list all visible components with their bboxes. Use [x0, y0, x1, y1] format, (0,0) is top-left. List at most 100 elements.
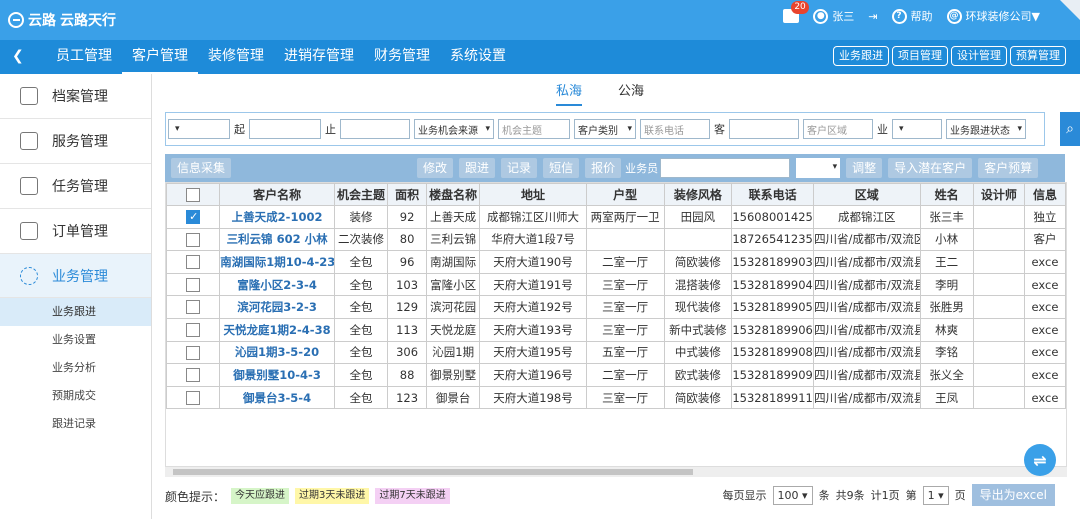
sidebar-subitem-0[interactable]: 业务跟进	[0, 298, 151, 326]
column-header[interactable]: 区域	[813, 183, 921, 206]
row-select-cell[interactable]	[166, 272, 221, 297]
float-menu-button[interactable]: ⇌	[1024, 444, 1056, 476]
row-checkbox[interactable]	[186, 277, 201, 292]
adjust-button[interactable]: 调整	[846, 158, 883, 178]
customer-name-link[interactable]: 御景台3-5-4	[219, 385, 335, 410]
nav-tab-1[interactable]: 客户管理	[122, 40, 198, 75]
toolbar-button-4[interactable]: 报价	[585, 158, 622, 178]
row-checkbox[interactable]	[186, 345, 201, 360]
customer-name-link[interactable]: 沁园1期3-5-20	[219, 340, 335, 365]
tab-private-sea[interactable]: 私海	[556, 80, 583, 106]
row-checkbox[interactable]	[186, 210, 201, 225]
table-row[interactable]: 三利云锦 602 小林 二次装修 80 三利云锦 华府大道1段7号 18726541235…	[166, 227, 1066, 252]
table-row[interactable]: 沁园1期3-5-20 全包 306 沁园1期 天府大道195号 五室一厅 中式装修 15328…	[166, 340, 1066, 365]
table-row[interactable]: 御景别墅10-4-3 全包 88 御景别墅 天府大道196号 二室一厅 欧式装修 153281…	[166, 363, 1066, 387]
customer-name-link[interactable]: 滨河花园3-2-3	[219, 295, 335, 319]
table-row[interactable]: 南湖国际1期10-4-23 全包 96 南湖国际 天府大道190号 二室一厅 简欧装修 153…	[166, 250, 1066, 274]
row-select-cell[interactable]	[166, 385, 221, 410]
toolbar-button-3[interactable]: 短信	[543, 158, 580, 178]
customer-name-link[interactable]: 南湖国际1期10-4-23	[219, 250, 335, 274]
toolbar-button-1[interactable]: 跟进	[459, 158, 496, 178]
row-checkbox[interactable]	[186, 323, 201, 338]
row-select-cell[interactable]	[166, 295, 221, 319]
staff-input[interactable]	[660, 158, 791, 178]
tab-public-sea[interactable]: 公海	[618, 80, 644, 106]
message-button[interactable]: 20	[783, 1, 809, 23]
column-header[interactable]: 机会主题	[333, 183, 389, 206]
customer-type-select[interactable]: 客户类别	[574, 119, 636, 139]
toolbar-button-0[interactable]: 修改	[417, 158, 454, 178]
quick-button-3[interactable]: 预算管理	[1010, 46, 1066, 66]
column-header[interactable]: 信息	[1023, 183, 1066, 206]
table-row[interactable]: 上善天成2-1002装修92上善天成成都锦江区川师大两室两厅一卫田园风15608…	[166, 205, 1066, 229]
export-excel-button[interactable]: 导出为excel	[971, 484, 1055, 506]
biz-select[interactable]	[892, 119, 942, 139]
date-type-select[interactable]	[168, 119, 230, 139]
row-checkbox[interactable]	[186, 390, 201, 405]
row-select-cell[interactable]	[166, 205, 221, 229]
row-checkbox[interactable]	[186, 232, 201, 247]
collapse-icon[interactable]: ❮	[12, 48, 24, 64]
select-all-checkbox[interactable]	[186, 187, 201, 202]
column-header[interactable]: 楼盘名称	[426, 183, 481, 206]
nav-tab-3[interactable]: 进销存管理	[274, 40, 364, 75]
customer-name-link[interactable]: 富隆小区2-3-4	[219, 272, 335, 297]
column-header[interactable]: 姓名	[919, 183, 974, 206]
row-select-cell[interactable]	[166, 250, 221, 274]
nav-tab-5[interactable]: 系统设置	[440, 40, 516, 75]
status-select[interactable]: 业务跟进状态	[946, 119, 1026, 139]
brand-logo[interactable]: 云路 云路天行	[8, 10, 116, 30]
sidebar-subitem-2[interactable]: 业务分析	[0, 354, 151, 382]
row-checkbox[interactable]	[186, 255, 201, 270]
staff-select[interactable]: ▾	[796, 158, 841, 178]
table-row[interactable]: 富隆小区2-3-4 全包 103 富隆小区 天府大道191号 三室一厅 混搭装修 153281…	[166, 272, 1066, 297]
row-select-cell[interactable]	[166, 227, 221, 252]
customer-name-link[interactable]: 三利云锦 602 小林	[219, 227, 335, 252]
source-select[interactable]: 业务机会来源	[414, 119, 494, 139]
topic-input[interactable]: 机会主题	[498, 119, 570, 139]
sidebar-item-1[interactable]: 服务管理	[0, 119, 151, 164]
row-select-cell[interactable]	[166, 340, 221, 365]
sidebar-item-3[interactable]: 订单管理	[0, 209, 151, 254]
nav-tab-0[interactable]: 员工管理	[46, 40, 122, 75]
sidebar-subitem-1[interactable]: 业务设置	[0, 326, 151, 354]
row-checkbox[interactable]	[186, 368, 201, 383]
row-select-cell[interactable]	[166, 317, 221, 342]
collect-button[interactable]: 信息采集	[171, 158, 232, 178]
quick-button-0[interactable]: 业务跟进	[833, 46, 889, 66]
page-select[interactable]: 1 ▾	[922, 485, 949, 505]
column-header[interactable]: 面积	[387, 183, 428, 206]
customer-name-link[interactable]: 天悦龙庭1期2-4-38	[219, 317, 335, 342]
table-row[interactable]: 天悦龙庭1期2-4-38 全包 113 天悦龙庭 天府大道193号 三室一厅 新中式装修 15…	[166, 317, 1066, 342]
column-header[interactable]: 地址	[479, 183, 587, 206]
sidebar-item-2[interactable]: 任务管理	[0, 164, 151, 209]
customer-name-link[interactable]: 上善天成2-1002	[219, 205, 335, 229]
logout-button[interactable]: ⇥	[868, 10, 877, 23]
company-selector[interactable]: @ 环球装修公司▼	[946, 8, 1040, 24]
nav-tab-2[interactable]: 装修管理	[198, 40, 274, 75]
end-date-input[interactable]	[340, 119, 410, 139]
perpage-select[interactable]: 100 ▾	[772, 485, 813, 505]
select-all-cell[interactable]	[166, 183, 221, 206]
horizontal-scrollbar[interactable]	[165, 467, 1067, 477]
customer-name-link[interactable]: 御景别墅10-4-3	[219, 363, 335, 387]
table-row[interactable]: 滨河花园3-2-3 全包 129 滨河花园 天府大道192号 三室一厅 现代装修 153281…	[166, 295, 1066, 319]
quick-button-1[interactable]: 项目管理	[892, 46, 948, 66]
row-select-cell[interactable]	[166, 363, 221, 387]
column-header[interactable]: 装修风格	[663, 183, 733, 206]
sidebar-subitem-3[interactable]: 预期成交	[0, 382, 151, 410]
toolbar-button-2[interactable]: 记录	[501, 158, 538, 178]
area-input[interactable]: 客户区域	[803, 119, 873, 139]
search-button[interactable]: ⌕	[1060, 112, 1080, 146]
table-row[interactable]: 御景台3-5-4 全包 123 御景台 天府大道198号 三室一厅 简欧装修 15328189…	[166, 385, 1066, 410]
column-header[interactable]: 客户名称	[219, 183, 335, 206]
user-menu[interactable]: ● 张三	[813, 8, 854, 24]
start-date-input[interactable]	[249, 119, 321, 139]
column-header[interactable]: 设计师	[972, 183, 1025, 206]
sidebar-item-0[interactable]: 档案管理	[0, 74, 151, 119]
phone-input[interactable]: 联系电话	[640, 119, 710, 139]
column-header[interactable]: 户型	[585, 183, 665, 206]
customer-input[interactable]	[729, 119, 799, 139]
import-button[interactable]: 导入潜在客户	[888, 158, 973, 178]
column-header[interactable]: 联系电话	[731, 183, 815, 206]
